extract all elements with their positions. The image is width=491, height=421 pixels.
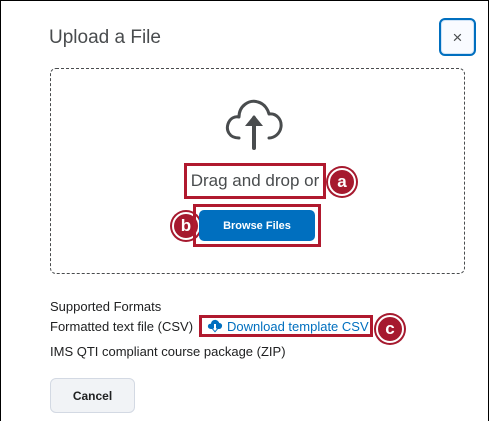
callout-badge-a: a [328,168,356,196]
upload-dialog: Upload a File × Drag and drop or a b Bro… [0,0,489,421]
cloud-upload-icon [225,99,283,150]
close-icon: × [452,27,463,47]
browse-callout-box: Browse Files [193,204,321,247]
download-template-link[interactable]: Download template CSV [199,315,373,337]
drag-drop-callout-box: Drag and drop or [184,163,326,199]
browse-files-button[interactable]: Browse Files [199,210,315,241]
close-button[interactable]: × [439,18,476,56]
cancel-button[interactable]: Cancel [50,378,135,413]
download-template-link-text[interactable]: Download template CSV [227,319,369,334]
callout-badge-c: c [376,315,404,343]
zip-format-text: IMS QTI compliant course package (ZIP) [50,344,286,359]
supported-formats-heading: Supported Formats [50,299,162,314]
cloud-download-icon [207,319,223,333]
csv-format-text: Formatted text file (CSV) [50,319,194,334]
drag-drop-text: Drag and drop or [190,171,320,190]
dialog-title: Upload a File [49,27,161,48]
